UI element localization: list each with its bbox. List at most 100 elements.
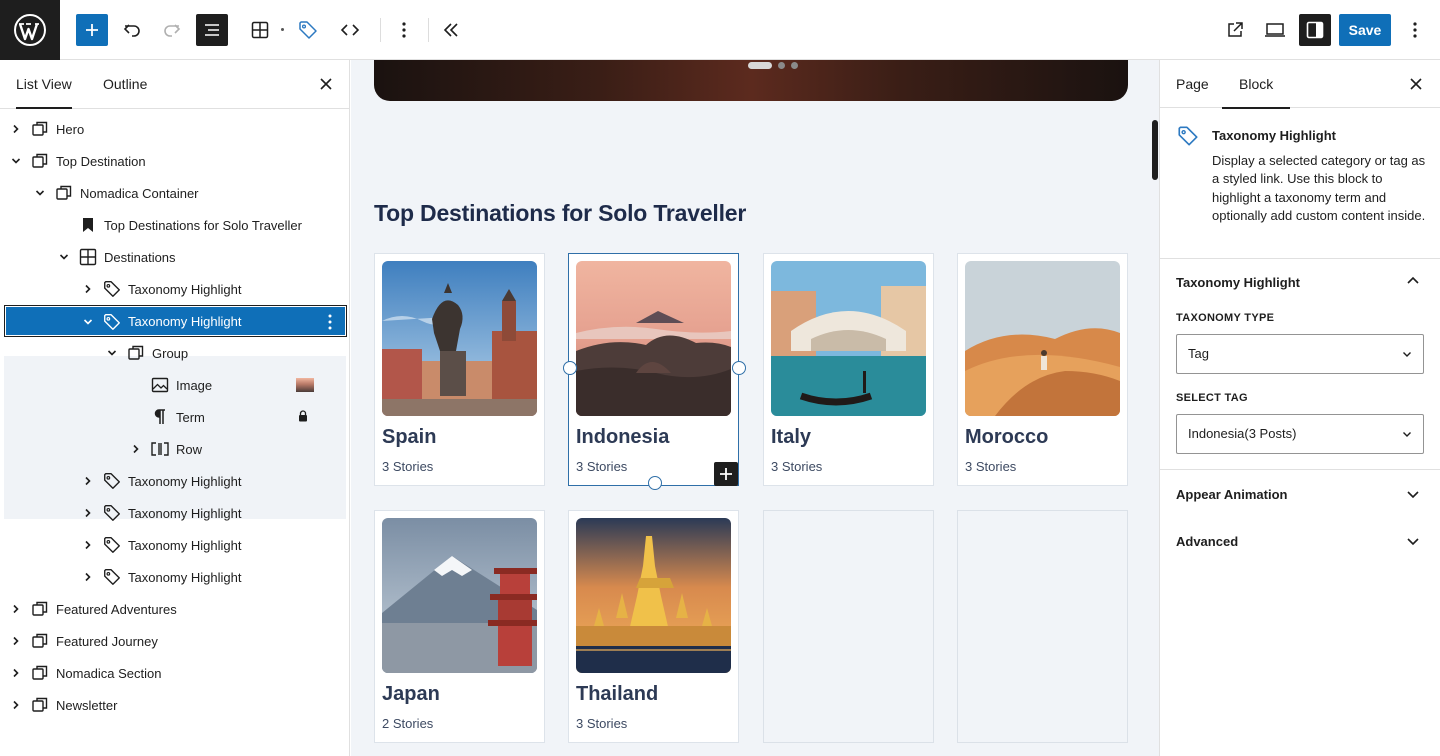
chevron-down-icon[interactable]	[81, 315, 95, 329]
editor-canvas[interactable]: Top Destinations for Solo Traveller Spai…	[351, 60, 1159, 756]
view-external-icon[interactable]	[1219, 14, 1251, 46]
chevron-up-icon[interactable]	[1405, 273, 1421, 289]
chevron-right-icon[interactable]	[129, 442, 143, 456]
destination-photo	[382, 518, 537, 673]
chevron-down-icon[interactable]	[1405, 533, 1421, 549]
slider-dots[interactable]	[748, 62, 798, 69]
chevron-right-icon[interactable]	[81, 506, 95, 520]
close-icon[interactable]	[1406, 74, 1426, 94]
list-view-row-row[interactable]: Row	[0, 433, 350, 465]
list-view-row-featured-adventures[interactable]: Featured Adventures	[0, 593, 350, 625]
destination-card[interactable]: Morocco 3 Stories	[957, 253, 1128, 486]
list-view-row-taxonomy-highlight[interactable]: Taxonomy Highlight	[0, 561, 350, 593]
redo-icon[interactable]	[156, 14, 188, 46]
destination-photo	[965, 261, 1120, 416]
more-options-icon[interactable]	[388, 14, 420, 46]
group-block-icon	[30, 119, 50, 139]
advanced-panel[interactable]: Advanced	[1160, 517, 1440, 564]
list-view-row-top-destination[interactable]: Top Destination	[0, 145, 350, 177]
separator-dot	[281, 28, 284, 31]
taxonomy-type-select[interactable]: Tag	[1176, 334, 1424, 374]
chevron-right-icon[interactable]	[9, 666, 23, 680]
chevron-down-icon[interactable]	[9, 154, 23, 168]
list-view-row-image[interactable]: Image	[0, 369, 350, 401]
list-view-row-term[interactable]: Term	[0, 401, 350, 433]
document-overview-button[interactable]	[196, 14, 228, 46]
list-view-row-label: Taxonomy Highlight	[128, 473, 242, 489]
chevron-right-icon[interactable]	[9, 602, 23, 616]
panel-title[interactable]: Advanced	[1176, 534, 1238, 549]
destination-card[interactable]: Thailand 3 Stories	[568, 510, 739, 743]
select-tag-select[interactable]: Indonesia(3 Posts)	[1176, 414, 1424, 454]
chevron-down-icon[interactable]	[33, 186, 47, 200]
list-view-row-taxonomy-highlight[interactable]: Taxonomy Highlight	[0, 465, 350, 497]
save-button[interactable]: Save	[1339, 14, 1391, 46]
close-icon[interactable]	[316, 74, 336, 94]
block-options-icon[interactable]	[328, 314, 332, 330]
tab-outline[interactable]: Outline	[103, 60, 147, 108]
destination-card[interactable]: Japan 2 Stories	[374, 510, 545, 743]
destination-card-selected[interactable]: Indonesia 3 Stories	[568, 253, 739, 486]
chevron-right-icon[interactable]	[81, 538, 95, 552]
code-nav-icon[interactable]	[334, 14, 366, 46]
list-view-row-top-destinations-for-solo-traveller[interactable]: Top Destinations for Solo Traveller	[0, 209, 350, 241]
appear-animation-panel[interactable]: Appear Animation	[1160, 470, 1440, 517]
list-view-row-newsletter[interactable]: Newsletter	[0, 689, 350, 721]
list-view-row-taxonomy-highlight[interactable]: Taxonomy Highlight	[4, 305, 347, 337]
destination-card[interactable]: Italy 3 Stories	[763, 253, 934, 486]
destination-photo	[576, 518, 731, 673]
list-view-row-nomadica-container[interactable]: Nomadica Container	[0, 177, 350, 209]
collapse-icon[interactable]	[436, 14, 468, 46]
chevron-right-icon[interactable]	[81, 282, 95, 296]
panel-title[interactable]: Taxonomy Highlight	[1176, 275, 1300, 290]
panel-title[interactable]: Appear Animation	[1176, 487, 1287, 502]
list-view-row-label: Taxonomy Highlight	[128, 505, 242, 521]
chevron-right-icon[interactable]	[9, 634, 23, 648]
chevron-right-icon[interactable]	[9, 698, 23, 712]
chevron-down-icon[interactable]	[105, 346, 119, 360]
list-view-row-taxonomy-highlight[interactable]: Taxonomy Highlight	[0, 273, 350, 305]
preview-desktop-icon[interactable]	[1259, 14, 1291, 46]
card-title: Morocco	[965, 426, 1049, 448]
wordpress-logo-icon[interactable]	[0, 0, 60, 60]
card-title: Italy	[771, 426, 812, 448]
canvas-scrollbar[interactable]	[1152, 120, 1158, 180]
block-grid-icon[interactable]	[244, 14, 276, 46]
chevron-right-icon[interactable]	[81, 570, 95, 584]
list-view-row-hero[interactable]: Hero	[0, 113, 350, 145]
destination-photo	[382, 261, 537, 416]
resize-handle-right[interactable]	[732, 361, 746, 375]
list-view-row-nomadica-section[interactable]: Nomadica Section	[0, 657, 350, 689]
chevron-down-icon[interactable]	[1405, 486, 1421, 502]
tab-page[interactable]: Page	[1176, 60, 1209, 108]
list-view-row-taxonomy-highlight[interactable]: Taxonomy Highlight	[0, 529, 350, 561]
add-block-button[interactable]	[76, 14, 108, 46]
more-menu-icon[interactable]	[1399, 14, 1431, 46]
chevron-right-icon[interactable]	[9, 122, 23, 136]
tag-block-icon	[102, 312, 122, 332]
block-title: Taxonomy Highlight	[1212, 128, 1336, 143]
list-view-row-group[interactable]: Group	[0, 337, 350, 369]
list-view-row-taxonomy-highlight[interactable]: Taxonomy Highlight	[0, 497, 350, 529]
insert-block-button[interactable]	[714, 462, 738, 486]
card-stories: 3 Stories	[576, 459, 628, 474]
empty-grid-slot[interactable]	[957, 510, 1128, 743]
list-view-row-destinations[interactable]: Destinations	[0, 241, 350, 273]
resize-handle-bottom[interactable]	[648, 476, 662, 490]
section-heading[interactable]: Top Destinations for Solo Traveller	[374, 200, 746, 227]
destination-card[interactable]: Spain 3 Stories	[374, 253, 545, 486]
card-stories: 3 Stories	[965, 459, 1017, 474]
taxonomy-tag-icon[interactable]	[292, 14, 324, 46]
group-block-icon	[30, 631, 50, 651]
tab-list-view[interactable]: List View	[16, 60, 72, 109]
card-title: Indonesia	[576, 426, 670, 448]
undo-icon[interactable]	[116, 14, 148, 46]
settings-sidebar-button[interactable]	[1299, 14, 1331, 46]
tab-block[interactable]: Block	[1222, 60, 1291, 109]
toolbar-divider	[380, 18, 381, 42]
chevron-down-icon[interactable]	[57, 250, 71, 264]
empty-grid-slot[interactable]	[763, 510, 934, 743]
resize-handle-left[interactable]	[563, 361, 577, 375]
chevron-right-icon[interactable]	[81, 474, 95, 488]
list-view-row-featured-journey[interactable]: Featured Journey	[0, 625, 350, 657]
